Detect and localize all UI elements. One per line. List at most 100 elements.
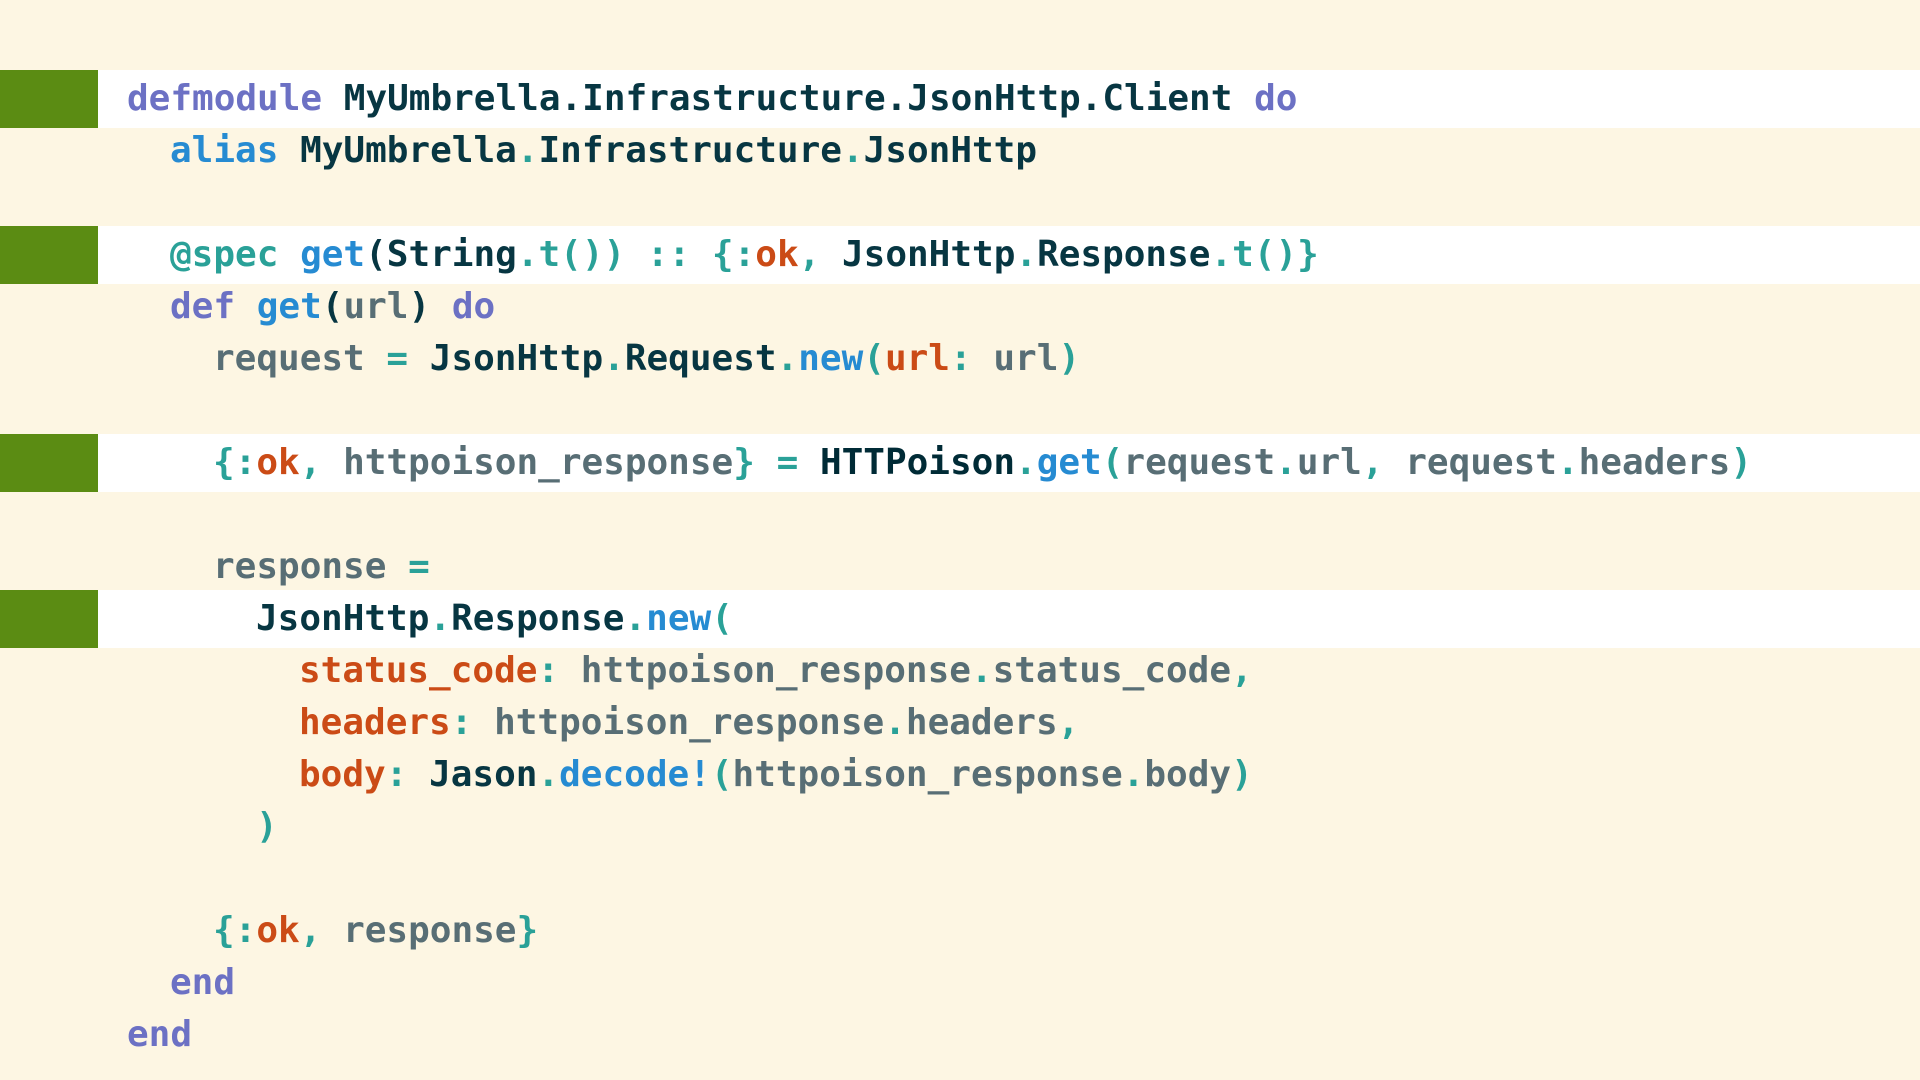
code-token: .: [1275, 442, 1297, 483]
code-token: httpoison_response: [343, 442, 734, 483]
code-token: .: [429, 598, 452, 639]
code-line[interactable]: def get(url) do: [0, 278, 1920, 336]
code-token: :: [537, 650, 581, 691]
code-line[interactable]: [0, 486, 1920, 544]
code-token: ,: [798, 234, 842, 275]
code-token: ): [256, 806, 278, 847]
code-line[interactable]: [0, 382, 1920, 440]
code-token: Infrastructure: [538, 130, 842, 171]
code-token: request: [1123, 442, 1276, 483]
code-token: status_code: [299, 650, 538, 691]
gutter: [0, 798, 98, 856]
code-text: @spec get(String.t()) :: {:ok, JsonHttp.…: [170, 226, 1319, 284]
code-token: }: [733, 442, 755, 483]
code-text: {:ok, response}: [213, 902, 538, 960]
gutter: [0, 902, 98, 960]
code-token: .: [516, 130, 539, 171]
code-token: Request: [624, 338, 777, 379]
code-token: JsonHttp: [256, 598, 430, 639]
gutter: [0, 122, 98, 180]
code-line[interactable]: request = JsonHttp.Request.new(url: url): [0, 330, 1920, 388]
code-text: response =: [213, 538, 430, 596]
line-highlight-marker: [0, 226, 98, 284]
code-token: (: [710, 754, 733, 795]
line-highlight-marker: [0, 434, 98, 492]
code-text: end: [127, 1006, 192, 1064]
code-token: do: [451, 286, 496, 327]
code-token: =: [754, 442, 820, 483]
code-token: .t()}: [1210, 234, 1319, 275]
code-token: :: [450, 702, 495, 743]
code-token: {:: [213, 910, 257, 951]
code-token: Response: [451, 598, 625, 639]
code-text: def get(url) do: [170, 278, 495, 336]
gutter: [0, 174, 98, 232]
highlighted-code-line[interactable]: JsonHttp.Response.new(: [0, 590, 1920, 648]
code-token: httpoison_response: [580, 650, 971, 691]
code-token: (: [711, 598, 733, 639]
code-token: =: [386, 546, 430, 587]
gutter: [0, 382, 98, 440]
code-token: Jason: [429, 754, 538, 795]
code-token: end: [170, 962, 236, 1003]
code-token: String: [386, 234, 517, 275]
code-line[interactable]: alias MyUmbrella.Infrastructure.JsonHttp: [0, 122, 1920, 180]
code-text: defmodule MyUmbrella.Infrastructure.Json…: [127, 70, 1297, 128]
code-token: ,: [1057, 702, 1080, 743]
code-text: JsonHttp.Response.new(: [256, 590, 733, 648]
gutter: [0, 1006, 98, 1064]
code-token: defmodule: [127, 78, 323, 119]
code-token: JsonHttp: [429, 338, 604, 379]
code-token: HTTPoison: [819, 442, 1016, 483]
code-editor[interactable]: defmodule MyUmbrella.Infrastructure.Json…: [0, 0, 1920, 1080]
code-token: end: [127, 1014, 193, 1055]
code-line[interactable]: ): [0, 798, 1920, 856]
code-line[interactable]: response =: [0, 538, 1920, 596]
code-token: get: [256, 286, 322, 327]
code-line[interactable]: end: [0, 954, 1920, 1012]
highlighted-code-line[interactable]: @spec get(String.t()) :: {:ok, JsonHttp.…: [0, 226, 1920, 284]
code-token: ::: [625, 234, 712, 275]
code-token: :: [949, 338, 994, 379]
code-token: {:: [213, 442, 257, 483]
code-token: ): [1058, 338, 1081, 379]
code-token: body: [1144, 754, 1232, 795]
code-text: headers: httpoison_response.headers,: [299, 694, 1079, 752]
code-token: request: [1405, 442, 1557, 483]
gutter: [0, 694, 98, 752]
code-token: .t()): [516, 234, 626, 275]
gutter: [0, 850, 98, 908]
code-token: url: [1296, 442, 1362, 483]
code-token: .: [970, 650, 993, 691]
code-line[interactable]: [0, 850, 1920, 908]
gutter: [0, 486, 98, 544]
code-text: request = JsonHttp.Request.new(url: url): [213, 330, 1080, 388]
code-token: ,: [299, 910, 344, 951]
code-token: httpoison_response: [494, 702, 885, 743]
code-line[interactable]: body: Jason.decode!(httpoison_response.b…: [0, 746, 1920, 804]
code-text: ): [256, 798, 278, 856]
code-token: body: [299, 754, 386, 795]
highlighted-code-line[interactable]: defmodule MyUmbrella.Infrastructure.Json…: [0, 70, 1920, 128]
code-token: ok: [755, 234, 799, 275]
code-token: get: [1036, 442, 1102, 483]
highlighted-code-line[interactable]: {:ok, httpoison_response} = HTTPoison.ge…: [0, 434, 1920, 492]
code-line[interactable]: end: [0, 1006, 1920, 1064]
code-token: alias: [170, 130, 279, 171]
code-token: MyUmbrella: [300, 130, 517, 171]
code-line[interactable]: headers: httpoison_response.headers,: [0, 694, 1920, 752]
code-text: {:ok, httpoison_response} = HTTPoison.ge…: [213, 434, 1752, 492]
code-line[interactable]: [0, 174, 1920, 232]
line-highlight-marker: [0, 590, 98, 648]
code-line[interactable]: {:ok, response}: [0, 902, 1920, 960]
code-token: .: [884, 702, 906, 743]
code-token: .: [1122, 754, 1145, 795]
code-token: .: [1015, 442, 1037, 483]
code-line[interactable]: status_code: httpoison_response.status_c…: [0, 642, 1920, 700]
code-token: MyUmbrella.Infrastructure.JsonHttp.Clien…: [343, 78, 1233, 119]
code-token: ,: [1231, 650, 1253, 691]
